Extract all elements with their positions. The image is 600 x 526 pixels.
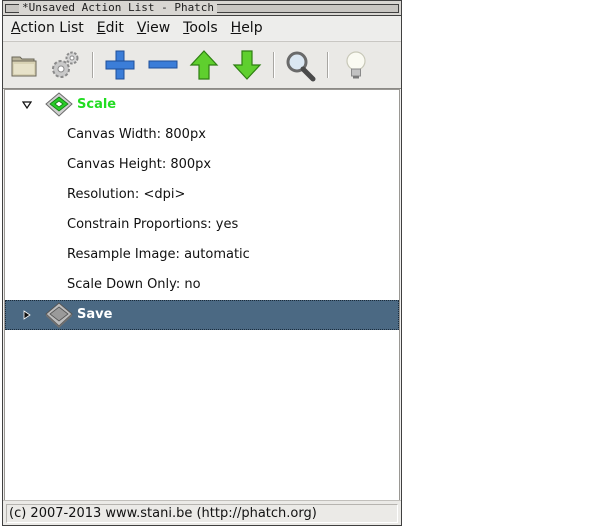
expander-expanded-icon[interactable]: [22, 100, 32, 110]
remove-action-button[interactable]: [146, 48, 180, 82]
plus-icon: [105, 50, 135, 80]
toolbar-separator: [92, 52, 94, 78]
param-constrain-proportions[interactable]: Constrain Proportions: yes: [67, 210, 238, 240]
add-action-button[interactable]: [103, 48, 137, 82]
open-button[interactable]: [8, 48, 42, 82]
param-canvas-width[interactable]: Canvas Width: 800px: [67, 120, 206, 150]
folder-open-icon: [11, 56, 37, 77]
arrow-down-icon: [232, 50, 262, 80]
search-button[interactable]: [283, 48, 317, 82]
toolbar-separator: [327, 52, 329, 78]
menu-help[interactable]: Help: [223, 16, 268, 40]
magnifier-icon: [286, 51, 316, 82]
lightbulb-icon: [346, 51, 366, 79]
execute-button[interactable]: [48, 48, 82, 82]
status-text: (c) 2007-2013 www.stani.be (http://phatc…: [6, 504, 398, 523]
expander-collapsed-icon[interactable]: [22, 310, 32, 320]
title-bar-grip: [199, 4, 399, 13]
arrow-up-icon: [189, 50, 219, 80]
tips-button[interactable]: [339, 48, 373, 82]
menu-tools[interactable]: Tools: [175, 16, 223, 40]
window-menu-button[interactable]: [5, 4, 20, 13]
save-action-icon: [45, 302, 73, 328]
menu-edit[interactable]: Edit: [89, 16, 129, 40]
param-scale-down-only[interactable]: Scale Down Only: no: [67, 270, 201, 300]
action-row-scale[interactable]: Scale: [5, 90, 399, 120]
menu-action-list[interactable]: Action List: [3, 16, 89, 40]
param-resample-image[interactable]: Resample Image: automatic: [67, 240, 250, 270]
action-label-scale: Scale: [77, 97, 117, 112]
minus-icon: [148, 60, 178, 69]
action-label-save: Save: [77, 307, 113, 322]
menu-bar: Action List Edit View Tools Help: [3, 16, 401, 40]
status-bar: (c) 2007-2013 www.stani.be (http://phatc…: [3, 500, 401, 525]
gears-icon: [52, 51, 79, 78]
param-resolution[interactable]: Resolution: <dpi>: [67, 180, 185, 210]
window-title: *Unsaved Action List - Phatch: [19, 1, 218, 15]
action-tree[interactable]: Scale Canvas Width: 800px Canvas Height:…: [4, 89, 400, 501]
param-canvas-height[interactable]: Canvas Height: 800px: [67, 150, 211, 180]
toolbar-separator: [273, 52, 275, 78]
toolbar: [3, 41, 401, 89]
scale-action-icon: [45, 92, 73, 117]
move-up-button[interactable]: [187, 48, 221, 82]
move-down-button[interactable]: [230, 48, 264, 82]
app-window: *Unsaved Action List - Phatch Action Lis…: [2, 0, 402, 526]
action-row-save[interactable]: Save: [5, 300, 399, 330]
menu-view[interactable]: View: [129, 16, 175, 40]
title-bar[interactable]: *Unsaved Action List - Phatch: [3, 1, 401, 16]
